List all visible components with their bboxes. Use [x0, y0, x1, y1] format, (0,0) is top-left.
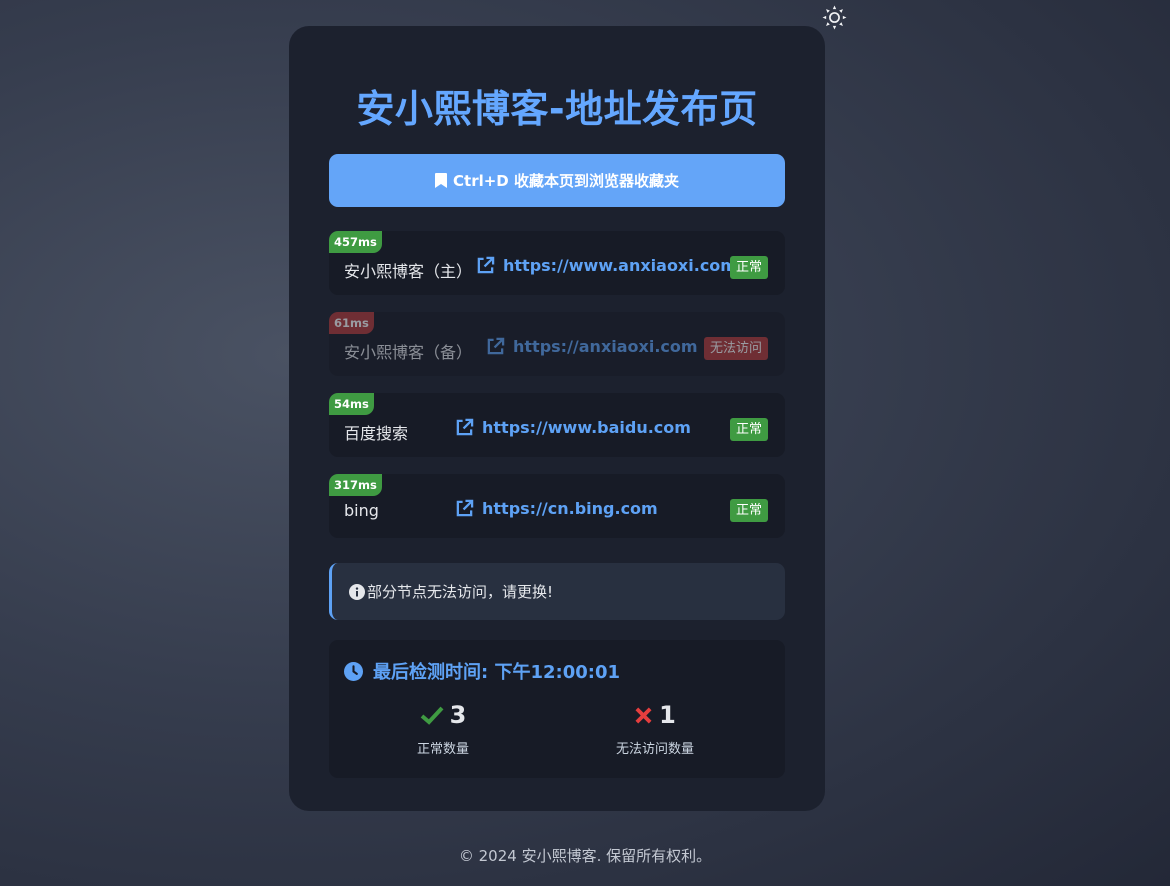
- latency-badge: 317ms: [329, 474, 382, 496]
- site-link[interactable]: https://anxiaoxi.com: [486, 337, 698, 356]
- fail-count: 1: [659, 701, 676, 729]
- site-url: https://anxiaoxi.com: [513, 337, 698, 356]
- site-url: https://www.baidu.com: [482, 418, 691, 437]
- status-badge: 正常: [729, 418, 768, 441]
- fail-count-stat: 1 无法访问数量: [575, 700, 735, 757]
- site-row-backup[interactable]: 61ms 安小熙博客（备） https://anxiaoxi.com 无法访问: [329, 312, 785, 376]
- status-badge: 无法访问: [703, 337, 768, 360]
- latency-badge: 457ms: [329, 231, 382, 253]
- site-link[interactable]: https://www.baidu.com: [455, 418, 691, 437]
- site-row-baidu[interactable]: 54ms 百度搜索 https://www.baidu.com 正常: [329, 393, 785, 457]
- external-link-icon: [456, 418, 474, 436]
- status-badge: 正常: [729, 499, 768, 522]
- check-icon: [420, 706, 444, 725]
- site-name: 安小熙博客（备）: [344, 343, 473, 362]
- site-name: bing: [344, 501, 379, 520]
- status-badge: 正常: [729, 256, 768, 279]
- bookmark-icon: [435, 173, 448, 188]
- ok-count-stat: 3 正常数量: [363, 700, 523, 757]
- site-row-bing[interactable]: 317ms bing https://cn.bing.com 正常: [329, 474, 785, 538]
- external-link-icon: [477, 256, 495, 274]
- ok-count-label: 正常数量: [416, 742, 469, 757]
- fail-count-label: 无法访问数量: [615, 742, 694, 757]
- page-title: 安小熙博客-地址发布页: [356, 87, 758, 131]
- external-link-icon: [456, 499, 474, 517]
- cross-icon: [635, 707, 652, 723]
- stats-panel: 最后检测时间: 下午12:00:01 3 正常数量 1 无法访问数量: [329, 640, 785, 778]
- main-card: 安小熙博客-地址发布页 Ctrl+D 收藏本页到浏览器收藏夹 457ms 安小熙…: [289, 26, 825, 811]
- latency-badge: 61ms: [329, 312, 374, 334]
- sun-icon: [822, 5, 847, 30]
- check-time: 最后检测时间: 下午12:00:01: [344, 658, 620, 684]
- bookmark-label: Ctrl+D 收藏本页到浏览器收藏夹: [453, 172, 679, 190]
- site-url: https://cn.bing.com: [482, 499, 658, 518]
- ok-count: 3: [449, 701, 467, 729]
- theme-toggle-button[interactable]: [821, 4, 848, 31]
- external-link-icon: [487, 337, 505, 355]
- site-url: https://www.anxiaoxi.com: [503, 256, 737, 275]
- site-link[interactable]: https://cn.bing.com: [455, 499, 658, 518]
- check-time-text: 最后检测时间: 下午12:00:01: [373, 662, 621, 683]
- site-row-main[interactable]: 457ms 安小熙博客（主） https://www.anxiaoxi.com …: [329, 231, 785, 295]
- notice-text: 部分节点无法访问，请更换!: [367, 583, 554, 601]
- footer-copyright: © 2024 安小熙博客. 保留所有权利。: [458, 847, 712, 865]
- latency-badge: 54ms: [329, 393, 374, 415]
- clock-icon: [344, 661, 363, 681]
- bookmark-button[interactable]: Ctrl+D 收藏本页到浏览器收藏夹: [329, 154, 785, 207]
- notice-banner: 部分节点无法访问，请更换!: [329, 563, 785, 620]
- site-link[interactable]: https://www.anxiaoxi.com: [476, 256, 737, 275]
- info-icon: [349, 583, 365, 600]
- site-name: 百度搜索: [344, 424, 409, 443]
- site-name: 安小熙博客（主）: [344, 262, 473, 281]
